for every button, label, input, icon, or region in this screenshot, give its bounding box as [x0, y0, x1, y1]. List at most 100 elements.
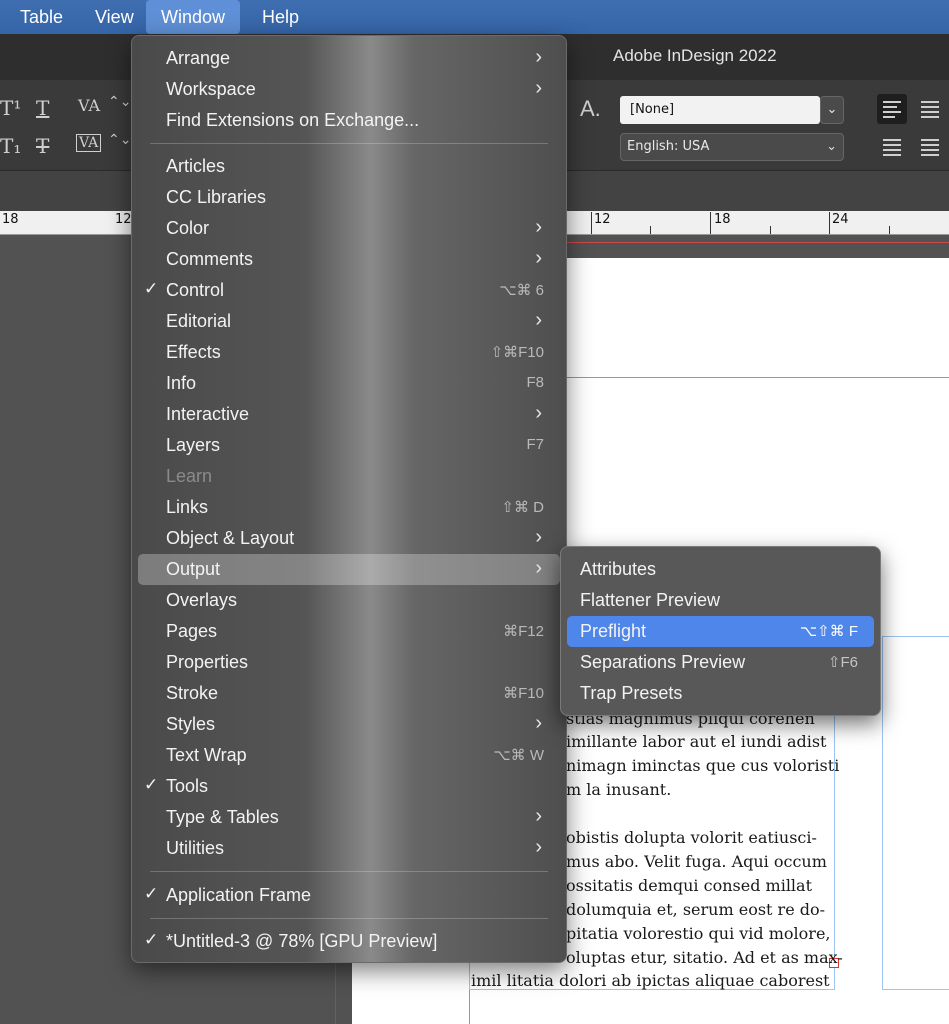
ruler-label: 12 [115, 212, 132, 227]
ruler-label: 24 [832, 212, 849, 227]
menu-item-label: Styles [166, 714, 216, 734]
ruler-tick [591, 212, 592, 234]
menu-item-tools[interactable]: ✓ Tools [138, 771, 560, 802]
menu-separator [150, 871, 548, 872]
menubar-item-view[interactable]: View [85, 0, 144, 34]
chevron-down-icon[interactable]: ⌄ [820, 96, 844, 124]
menu-separator [150, 143, 548, 144]
checkmark-icon: ✓ [144, 775, 159, 794]
menu-item-label: Pages [166, 621, 218, 641]
menu-item-open-document[interactable]: ✓ *Untitled-3 @ 78% [GPU Preview] [138, 926, 560, 957]
menubar-item-help[interactable]: Help [252, 0, 309, 34]
menu-item-editorial[interactable]: Editorial › [138, 306, 560, 337]
menu-item-object-layout[interactable]: Object & Layout › [138, 523, 560, 554]
underline-icon[interactable]: T [36, 96, 49, 120]
menu-item-articles[interactable]: Articles [138, 151, 560, 182]
chevron-right-icon: › [535, 805, 542, 827]
chevron-right-icon: › [535, 557, 542, 579]
kerning-icon[interactable]: VA [78, 96, 100, 115]
ruler-label: 18 [714, 212, 731, 227]
align-right-button[interactable] [877, 132, 907, 162]
justify-button[interactable] [915, 132, 945, 162]
menu-item-label: Overlays [166, 590, 238, 610]
menu-item-arrange[interactable]: Arrange › [138, 43, 560, 74]
menu-item-label: Type & Tables [166, 807, 279, 827]
menu-item-shortcut: ⌘F10 [503, 685, 544, 702]
menu-item-shortcut: ⇧⌘F10 [490, 344, 544, 361]
menu-item-cc-libraries[interactable]: CC Libraries [138, 182, 560, 213]
menu-item-styles[interactable]: Styles › [138, 709, 560, 740]
language-dropdown[interactable]: English: USA ⌄ [620, 133, 844, 161]
menu-item-output[interactable]: Output › [138, 554, 560, 585]
menu-item-label: Info [166, 373, 197, 393]
menubar-item-window[interactable]: Window [146, 0, 240, 34]
menu-item-label: Effects [166, 342, 221, 362]
align-center-button[interactable] [915, 94, 945, 124]
tracking-stepper-icon[interactable]: ⌃⌄ [108, 132, 131, 148]
kerning-stepper-icon[interactable]: ⌃⌄ [108, 94, 131, 110]
menu-item-stroke[interactable]: Stroke ⌘F10 [138, 678, 560, 709]
menu-item-label: CC Libraries [166, 187, 267, 207]
menubar-item-table[interactable]: Table [10, 0, 73, 34]
chevron-right-icon: › [535, 216, 542, 238]
text-frame[interactable] [882, 636, 949, 990]
menu-item-label: Links [166, 497, 209, 517]
body-text-line: ossitatis demqui consed millat [566, 876, 813, 895]
body-text-line: dolumquia et, serum eost re do- [566, 900, 826, 919]
superscript-icon[interactable]: T¹ [0, 96, 21, 120]
submenu-item-trap-presets[interactable]: Trap Presets [567, 678, 874, 709]
character-style-dropdown[interactable]: [None] [620, 96, 820, 124]
menu-item-comments[interactable]: Comments › [138, 244, 560, 275]
menu-item-overlays[interactable]: Overlays [138, 585, 560, 616]
menu-item-label: Find Extensions on Exchange... [166, 110, 420, 130]
chevron-right-icon: › [535, 526, 542, 548]
menu-item-type-tables[interactable]: Type & Tables › [138, 802, 560, 833]
menu-separator [150, 918, 548, 919]
menu-item-effects[interactable]: Effects ⇧⌘F10 [138, 337, 560, 368]
menu-item-learn: Learn [138, 461, 560, 492]
chevron-right-icon: › [535, 77, 542, 99]
character-style-icon: A. [580, 96, 601, 121]
ruler-tick [770, 226, 771, 234]
menu-item-shortcut: ⌘F12 [503, 623, 544, 640]
chevron-right-icon: › [535, 402, 542, 424]
menu-item-pages[interactable]: Pages ⌘F12 [138, 616, 560, 647]
submenu-item-attributes[interactable]: Attributes [567, 554, 874, 585]
subscript-icon[interactable]: T₁ [0, 134, 21, 158]
submenu-item-preflight[interactable]: Preflight ⌥⇧⌘ F [567, 616, 874, 647]
submenu-item-label: Attributes [580, 559, 657, 579]
menu-item-label: Application Frame [166, 885, 312, 905]
ruler-tick [889, 226, 890, 234]
submenu-item-separations-preview[interactable]: Separations Preview ⇧F6 [567, 647, 874, 678]
menu-item-properties[interactable]: Properties [138, 647, 560, 678]
submenu-item-label: Trap Presets [580, 683, 683, 703]
tracking-icon[interactable]: VA [76, 134, 102, 152]
menu-item-workspace[interactable]: Workspace › [138, 74, 560, 105]
body-text-line: nimagn iminctas que cus voloristi [566, 756, 840, 775]
language-value: English: USA [627, 139, 710, 154]
menu-item-layers[interactable]: Layers F7 [138, 430, 560, 461]
menu-item-label: Properties [166, 652, 249, 672]
output-submenu: Attributes Flattener Preview Preflight ⌥⇧… [560, 546, 881, 716]
menu-item-find-extensions[interactable]: Find Extensions on Exchange... [138, 105, 560, 136]
menu-item-application-frame[interactable]: ✓ Application Frame [138, 880, 560, 911]
menu-item-text-wrap[interactable]: Text Wrap ⌥⌘ W [138, 740, 560, 771]
menu-item-utilities[interactable]: Utilities › [138, 833, 560, 864]
menu-item-links[interactable]: Links ⇧⌘ D [138, 492, 560, 523]
body-text-line: pitatia volorestio qui vid molore, [566, 924, 831, 943]
chevron-down-icon: ⌄ [826, 139, 837, 154]
menu-item-label: Arrange [166, 48, 231, 68]
menu-item-color[interactable]: Color › [138, 213, 560, 244]
menu-item-label: *Untitled-3 @ 78% [GPU Preview] [166, 931, 438, 951]
menu-item-shortcut: ⌥⌘ 6 [499, 282, 544, 299]
body-text-line: imil litatia dolori ab ipictas aliquae c… [471, 971, 830, 990]
menubar: Table View Window Help [0, 0, 949, 34]
menu-item-info[interactable]: Info F8 [138, 368, 560, 399]
strikethrough-icon[interactable]: T [36, 134, 49, 158]
menu-item-control[interactable]: ✓ Control ⌥⌘ 6 [138, 275, 560, 306]
menu-item-label: Tools [166, 776, 209, 796]
menu-item-interactive[interactable]: Interactive › [138, 399, 560, 430]
submenu-item-flattener-preview[interactable]: Flattener Preview [567, 585, 874, 616]
align-left-button[interactable] [877, 94, 907, 124]
menu-item-label: Stroke [166, 683, 219, 703]
